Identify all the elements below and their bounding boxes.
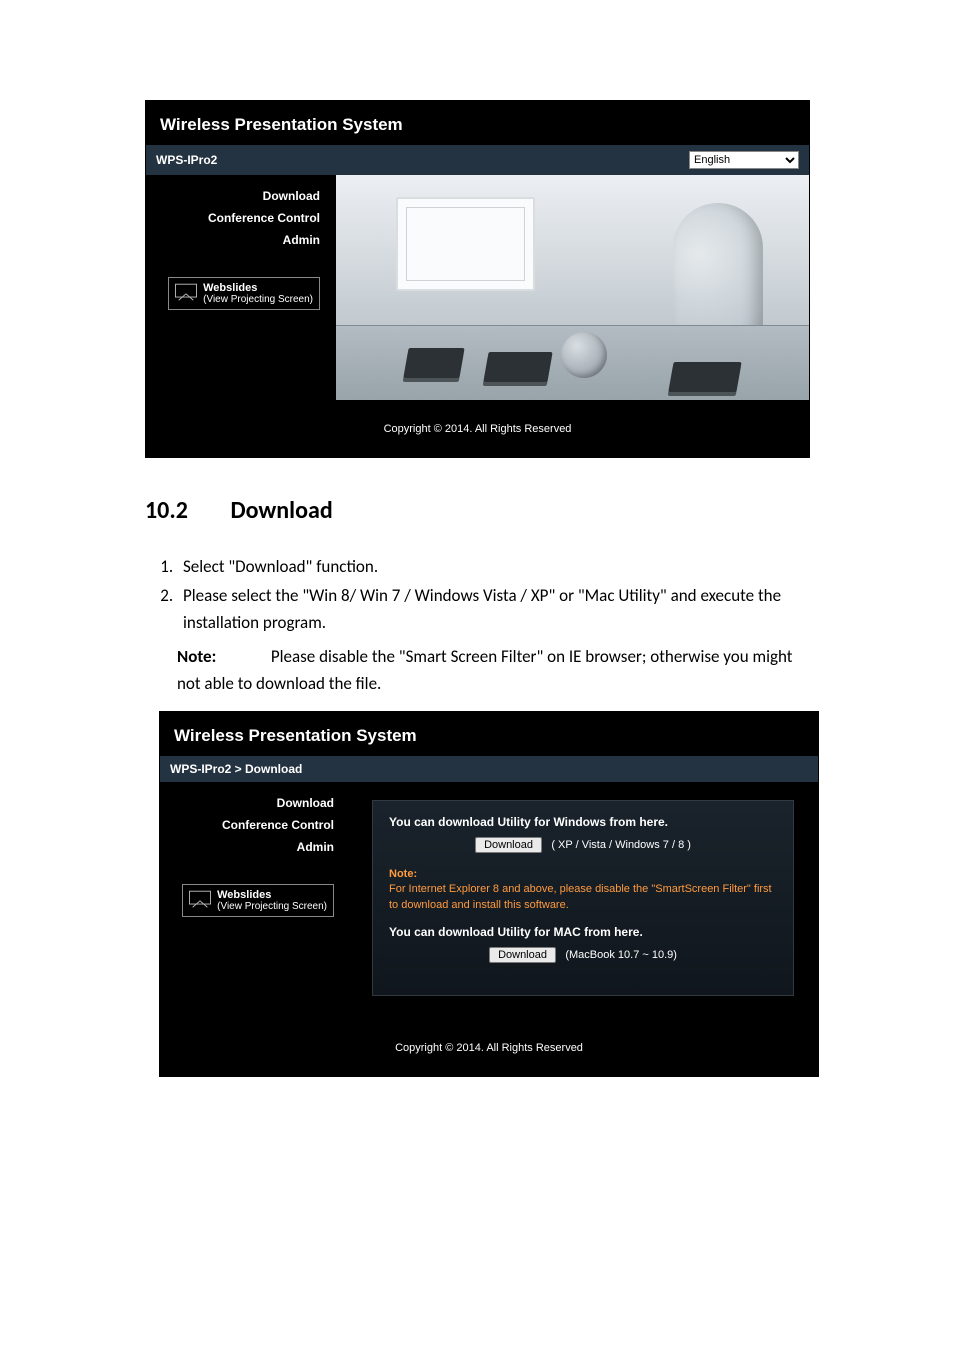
globe-graphic [561,332,607,378]
windows-heading: You can download Utility for Windows fro… [389,815,777,829]
system-title: Wireless Presentation System [146,115,809,145]
sidebar-nav: Download Conference Control Admin Websli… [160,782,350,1020]
document-page: Wireless Presentation System WPS-IPro2 E… [0,0,954,1217]
section-number: 10.2 [145,496,225,525]
mac-download-row: Download (MacBook 10.7 ~ 10.9) [389,947,777,963]
webslides-sub: (View Projecting Screen) [203,294,313,305]
screenshot-download: Wireless Presentation System WPS-IPro2 >… [159,711,819,1077]
screenshot-home: Wireless Presentation System WPS-IPro2 E… [145,100,810,458]
nav-admin[interactable]: Admin [160,840,334,854]
download-panel: You can download Utility for Windows fro… [372,800,794,996]
nav-conference-control[interactable]: Conference Control [160,818,334,832]
language-dropdown[interactable]: English [689,151,799,169]
note-text: Please disable the "Smart Screen Filter"… [177,646,792,694]
steps-list: Select "Download" function. Please selec… [145,553,809,637]
nav-conference-control[interactable]: Conference Control [146,211,320,225]
windows-download-row: Download ( XP / Vista / Windows 7 / 8 ) [389,837,777,853]
hero-illustration [336,175,809,400]
windows-os-label: ( XP / Vista / Windows 7 / 8 ) [551,839,691,851]
smartscreen-warning: Note: For Internet Explorer 8 and above,… [389,867,777,913]
nav-download[interactable]: Download [146,189,320,203]
nav-webslides[interactable]: Webslides (View Projecting Screen) [168,277,320,310]
laptop-graphic [668,362,741,392]
webslides-title: Webslides [217,889,271,901]
download-windows-button[interactable]: Download [475,837,542,853]
laptop-graphic [483,352,552,382]
note-block: Note: Please disable the "Smart Screen F… [177,643,809,697]
section-heading: 10.2 Download [145,496,809,525]
warning-title: Note: [389,868,417,880]
mac-heading: You can download Utility for MAC from he… [389,925,777,939]
breadcrumb-bar: WPS-IPro2 > Download [160,756,818,782]
laptop-graphic [403,348,464,378]
warning-text: For Internet Explorer 8 and above, pleas… [389,883,772,910]
mac-os-label: (MacBook 10.7 ~ 10.9) [565,949,677,961]
step-item: Please select the "Win 8/ Win 7 / Window… [177,582,809,636]
step-item: Select "Download" function. [177,553,809,580]
nav-webslides[interactable]: Webslides (View Projecting Screen) [182,884,334,917]
download-panel-area: You can download Utility for Windows fro… [350,782,818,1020]
webslides-icon [175,283,197,304]
body-area: Download Conference Control Admin Websli… [160,782,818,1020]
nav-download[interactable]: Download [160,796,334,810]
system-title: Wireless Presentation System [160,726,818,756]
note-label: Note: [177,643,267,670]
top-bar: WPS-IPro2 English [146,145,809,175]
breadcrumb: WPS-IPro2 > Download [170,762,302,776]
webslides-title: Webslides [203,282,257,294]
projector-screen-graphic [396,197,535,291]
webslides-text: Webslides (View Projecting Screen) [217,889,327,912]
webslides-icon [189,890,211,911]
nav-admin[interactable]: Admin [146,233,320,247]
section-title: Download [230,496,332,525]
webslides-text: Webslides (View Projecting Screen) [203,282,313,305]
footer-copyright: Copyright © 2014. All Rights Reserved [160,1020,818,1076]
webslides-sub: (View Projecting Screen) [217,901,327,912]
sidebar-nav: Download Conference Control Admin Websli… [146,175,336,400]
download-mac-button[interactable]: Download [489,947,556,963]
footer-copyright: Copyright © 2014. All Rights Reserved [146,401,809,457]
body-area: Download Conference Control Admin Websli… [146,175,809,401]
product-name: WPS-IPro2 [156,153,217,167]
